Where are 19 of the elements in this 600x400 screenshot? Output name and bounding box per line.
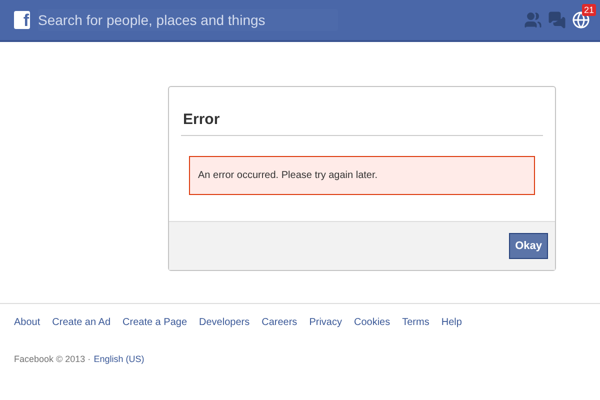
footer-link[interactable]: Cookies <box>354 317 390 328</box>
footer-link[interactable]: Careers <box>262 317 298 328</box>
footer-link[interactable]: Developers <box>199 317 250 328</box>
okay-button[interactable]: Okay <box>509 233 548 259</box>
copyright-text: Facebook © 2013 · <box>14 354 91 364</box>
footer-link[interactable]: About <box>14 317 40 328</box>
notification-badge: 21 <box>582 4 596 16</box>
footer-link[interactable]: Create a Page <box>122 317 188 328</box>
logo[interactable]: f <box>14 11 30 29</box>
footer-link[interactable]: Help <box>441 317 462 328</box>
globe-icon[interactable] <box>572 11 590 29</box>
footer-link[interactable]: Privacy <box>309 317 342 328</box>
footer-link[interactable]: Terms <box>402 317 430 328</box>
footer-link[interactable]: Create an Ad <box>52 317 111 328</box>
messages-icon[interactable] <box>548 11 566 29</box>
language-link[interactable]: English (US) <box>94 354 144 364</box>
friends-icon[interactable] <box>524 11 542 29</box>
dialog-title: Error <box>181 105 543 136</box>
error-message: An error occurred. Please try again later. <box>189 156 535 195</box>
